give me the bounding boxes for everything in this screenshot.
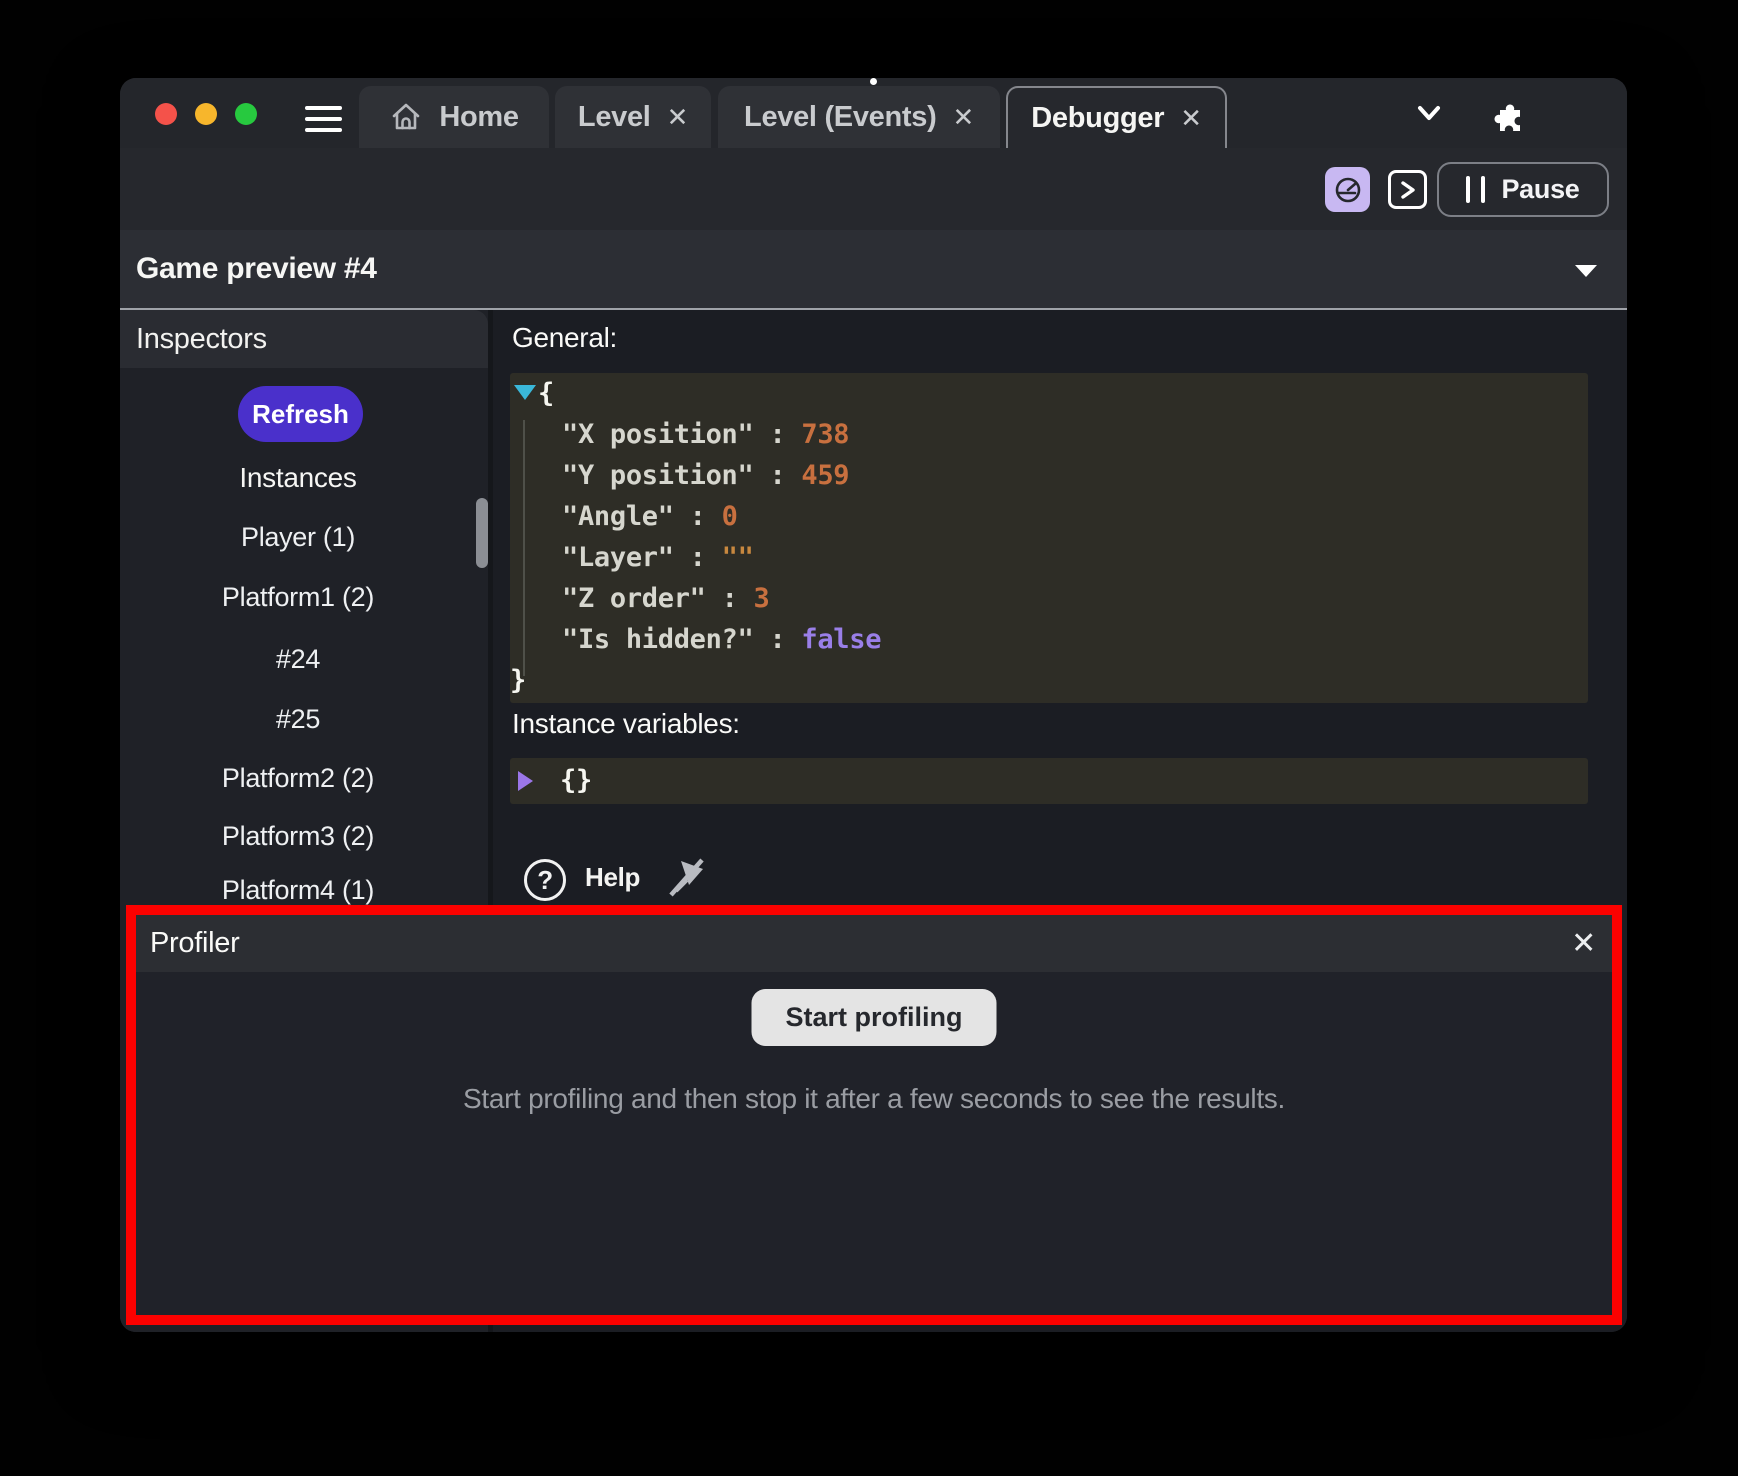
profiler-title: Profiler	[150, 915, 239, 972]
debugger-toolbar: Pause	[120, 148, 1627, 230]
menu-icon[interactable]	[305, 106, 342, 132]
sidebar-item-platform4[interactable]: Platform4 (1)	[120, 870, 476, 910]
tab-home[interactable]: Home	[359, 86, 549, 148]
sidebar-item-platform2[interactable]: Platform2 (2)	[120, 758, 476, 798]
json-value: 3	[754, 583, 770, 614]
sidebar-item-instance-24[interactable]: #24	[120, 639, 476, 679]
pause-button[interactable]: Pause	[1437, 162, 1609, 217]
minimize-window-button[interactable]	[195, 103, 217, 125]
profiler-header: Profiler ✕	[136, 915, 1612, 972]
json-property-row: "X position" : 738	[510, 414, 1588, 455]
tab-level-events-label: Level (Events)	[744, 101, 936, 134]
pause-button-label: Pause	[1501, 174, 1579, 205]
variables-empty-object: {}	[510, 758, 1588, 804]
profiler-hint-text: Start profiling and then stop it after a…	[136, 1083, 1612, 1115]
json-value: 459	[801, 460, 849, 491]
tab-level-label: Level	[578, 101, 651, 134]
inspectors-title: Inspectors	[136, 310, 267, 368]
instance-variables-json-tree: {}	[510, 758, 1588, 804]
app-window: Home Level ✕ Level (Events) ✕ Debugger ✕	[120, 78, 1627, 1332]
tab-home-label: Home	[439, 101, 518, 134]
start-profiling-button[interactable]: Start profiling	[752, 989, 997, 1046]
tab-debugger[interactable]: Debugger ✕	[1006, 86, 1227, 148]
sidebar-item-platform1[interactable]: Platform1 (2)	[120, 577, 476, 617]
json-property-row: "Layer" : ""	[510, 537, 1588, 578]
game-preview-title: Game preview #4	[136, 230, 377, 308]
json-property-row: "Y position" : 459	[510, 455, 1588, 496]
profiler-close-icon[interactable]: ✕	[1571, 915, 1596, 972]
console-chevron-icon	[1397, 178, 1419, 202]
maximize-window-button[interactable]	[235, 103, 257, 125]
speedometer-icon	[1333, 175, 1363, 205]
console-button[interactable]	[1388, 170, 1427, 209]
home-icon	[389, 100, 423, 134]
sidebar-section-instances: Instances	[120, 458, 476, 498]
expand-expander-icon[interactable]	[518, 771, 533, 791]
sidebar-scrollbar-thumb[interactable]	[476, 498, 488, 568]
extensions-puzzle-icon[interactable]	[1492, 98, 1526, 132]
json-property-row: "Is hidden?" : false	[510, 619, 1588, 660]
collapse-expander-icon[interactable]	[514, 385, 536, 400]
chevron-down-icon[interactable]	[1412, 98, 1446, 128]
tab-level-events-close-icon[interactable]: ✕	[952, 102, 974, 133]
json-close-brace: }	[510, 660, 1588, 701]
help-link[interactable]: Help	[585, 862, 640, 893]
json-value: 738	[801, 419, 849, 450]
instance-variables-label: Instance variables:	[512, 708, 740, 740]
tab-level-close-icon[interactable]: ✕	[667, 102, 689, 133]
json-value: 0	[722, 501, 738, 532]
json-property-row: "Angle" : 0	[510, 496, 1588, 537]
close-window-button[interactable]	[155, 103, 177, 125]
tab-debugger-close-icon[interactable]: ✕	[1180, 103, 1202, 134]
general-section-label: General:	[512, 322, 617, 354]
json-value: ""	[722, 542, 754, 573]
help-icon[interactable]: ?	[524, 859, 566, 901]
refresh-button[interactable]: Refresh	[238, 386, 363, 442]
tab-level[interactable]: Level ✕	[555, 86, 711, 148]
inspectors-header: Inspectors	[120, 310, 488, 368]
tab-debugger-label: Debugger	[1031, 102, 1164, 135]
sidebar-item-player[interactable]: Player (1)	[120, 517, 476, 557]
tab-level-events[interactable]: Level (Events) ✕	[718, 86, 1000, 148]
pause-icon	[1466, 176, 1485, 203]
title-bar: Home Level ✕ Level (Events) ✕ Debugger ✕	[120, 78, 1627, 148]
sidebar-item-platform3[interactable]: Platform3 (2)	[120, 816, 476, 856]
profiler-panel: Profiler ✕ Start profiling Start profili…	[126, 905, 1622, 1325]
json-property-row: "Z order" : 3	[510, 578, 1588, 619]
tree-guide-line	[523, 420, 525, 676]
json-open-brace: {	[510, 373, 1588, 414]
unpin-icon[interactable]	[663, 854, 711, 902]
collapse-caret-icon[interactable]	[1573, 262, 1599, 280]
general-json-tree: { "X position" : 738 "Y position" : 459 …	[510, 373, 1588, 703]
profiler-toggle-button[interactable]	[1325, 167, 1370, 212]
game-preview-header[interactable]: Game preview #4	[120, 230, 1627, 310]
json-value: false	[801, 624, 881, 655]
sidebar-item-instance-25[interactable]: #25	[120, 699, 476, 739]
